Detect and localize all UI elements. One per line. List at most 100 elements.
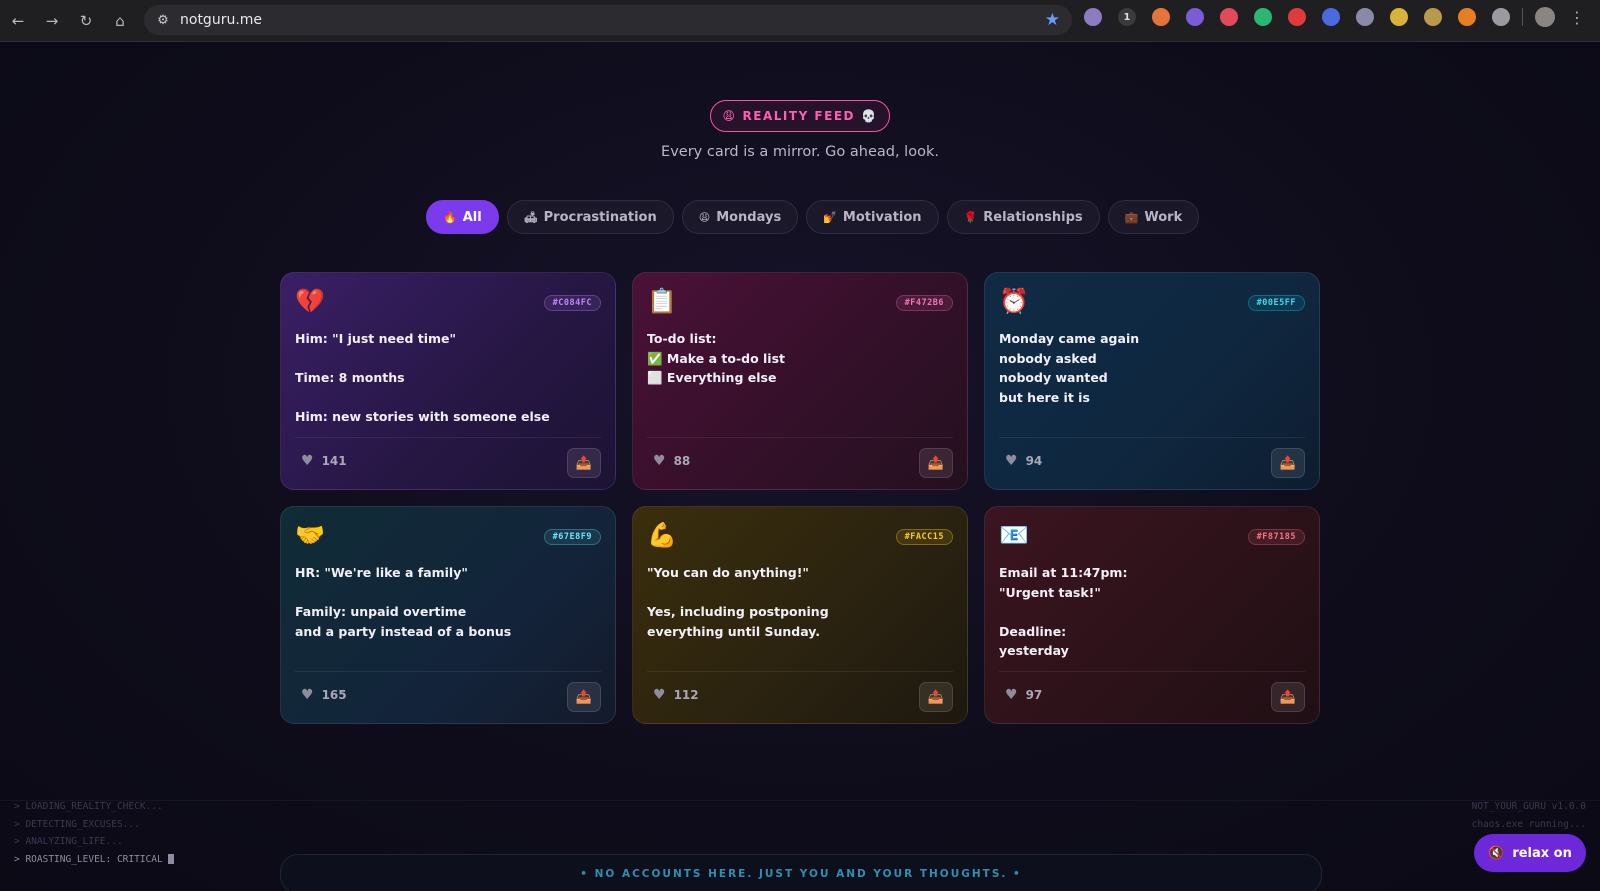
home-icon[interactable]: ⌂ <box>106 7 134 35</box>
filter-chip-procrastination[interactable]: 🛋 Procrastination <box>506 200 674 234</box>
filter-chip-relationships[interactable]: 🌹 Relationships <box>946 200 1100 234</box>
mute-speaker-icon: 🔇 <box>1488 845 1505 861</box>
card-color-tag: #C084FC <box>543 295 601 311</box>
card-divider <box>999 671 1305 672</box>
card-text: Him: "I just need time" Time: 8 months H… <box>295 331 550 424</box>
terminal-line: chaos.exe running... <box>1471 818 1586 830</box>
like-count: 97 <box>1025 688 1043 702</box>
red-ext-icon[interactable] <box>1220 8 1238 26</box>
pen-ext-icon[interactable] <box>1084 8 1102 26</box>
reality-card[interactable]: 💔 #C084FC Him: "I just need time" Time: 8 … <box>280 272 616 490</box>
card-emoji-icon: 📋 <box>647 287 677 315</box>
terminal-line-text: > DETECTING_EXCUSES... <box>14 818 140 830</box>
profile-avatar[interactable] <box>1535 7 1555 27</box>
card-divider <box>647 437 953 438</box>
reality-card[interactable]: 📧 #F87185 Email at 11:47pm: "Urgent task!"… <box>984 506 1320 724</box>
heart-icon: ♥ <box>301 453 314 469</box>
card-emoji-icon: 💪 <box>647 521 677 549</box>
like-button[interactable]: ♥ 141 <box>301 453 347 469</box>
skull-icon: 💀 <box>861 109 878 123</box>
share-button[interactable]: 📤 <box>919 682 953 712</box>
badge-label: REALITY FEED <box>742 109 855 123</box>
share-button[interactable]: 📤 <box>567 682 601 712</box>
browser-menu-icon[interactable]: ⋮ <box>1569 8 1585 27</box>
share-button[interactable]: 📤 <box>919 448 953 478</box>
reload-icon[interactable]: ↻ <box>72 7 100 35</box>
site-settings-icon[interactable]: ⚙ <box>148 13 178 28</box>
like-button[interactable]: ♥ 88 <box>653 453 690 469</box>
relax-label: relax on <box>1512 845 1572 861</box>
card-emoji-icon: 📧 <box>999 521 1029 549</box>
card-text: To-do list: ✅ Make a to-do list ⬜ Everyt… <box>647 331 786 385</box>
orange-ext-icon[interactable] <box>1152 8 1170 26</box>
filter-chip-work[interactable]: 💼 Work <box>1107 200 1200 234</box>
reality-card[interactable]: 🤝 #67E8F9 HR: "We're like a family" Family… <box>280 506 616 724</box>
like-button[interactable]: ♥ 165 <box>301 687 347 703</box>
filter-emoji-icon: 🛋 <box>523 210 538 224</box>
reality-card[interactable]: ⏰ #00E5FF Monday came again nobody asked n… <box>984 272 1320 490</box>
grammarly-ext-icon[interactable] <box>1254 8 1272 26</box>
terminal-cursor <box>168 854 175 864</box>
terminal-line: NOT_YOUR_GURU v1.0.0 <box>1471 801 1586 812</box>
terminal-line: > ROASTING_LEVEL: CRITICAL <box>14 851 175 869</box>
filter-label: Work <box>1144 209 1183 225</box>
heart-icon: ♥ <box>1005 453 1018 469</box>
card-text: Monday came again nobody asked nobody wa… <box>999 331 1140 405</box>
filter-chip-motivation[interactable]: 💅 Motivation <box>806 200 939 234</box>
sun-ext-icon[interactable] <box>1458 8 1476 26</box>
toolbar-separator <box>1522 8 1523 26</box>
like-button[interactable]: ♥ 112 <box>653 687 699 703</box>
one-ext-icon[interactable]: 1 <box>1118 8 1136 26</box>
card-divider <box>295 437 601 438</box>
terminal-line-text: > LOADING_REALITY_CHECK... <box>14 801 163 812</box>
filter-emoji-icon: 💼 <box>1124 210 1139 224</box>
terminal-line-text: > ANALYZING_LIFE... <box>14 836 123 847</box>
address-bar[interactable]: ⚙ notguru.me ★ <box>144 5 1072 35</box>
card-color-tag: #FACC15 <box>895 529 953 545</box>
footer-banner: • NO ACCOUNTS HERE. JUST YOU AND YOUR TH… <box>280 854 1322 891</box>
reality-card[interactable]: 📋 #F472B6 To-do list: ✅ Make a to-do list … <box>632 272 968 490</box>
chrome-ext-icon[interactable] <box>1424 8 1442 26</box>
tag-ext-icon[interactable] <box>1322 8 1340 26</box>
gear-ext-icon[interactable] <box>1186 8 1204 26</box>
relax-toggle-button[interactable]: 🔇 relax on <box>1474 834 1586 872</box>
card-color-tag: #F87185 <box>1247 529 1305 545</box>
like-count: 94 <box>1025 454 1043 468</box>
page-subtitle: Every card is a mirror. Go ahead, look. <box>661 144 939 160</box>
share-button[interactable]: 📤 <box>1271 682 1305 712</box>
footer-divider <box>0 800 1600 801</box>
bookmark-star-icon[interactable]: ★ <box>1045 10 1060 30</box>
share-button[interactable]: 📤 <box>567 448 601 478</box>
puzzle-ext-icon[interactable] <box>1492 8 1510 26</box>
filter-label: Mondays <box>716 209 782 225</box>
url-text: notguru.me <box>180 12 263 28</box>
back-icon[interactable]: ← <box>4 7 32 35</box>
filter-label: Procrastination <box>543 209 657 225</box>
category-filters: 🔥 All 🛋 Procrastination 😩 Mondays 💅 Motivation 🌹… <box>426 200 1200 234</box>
filter-chip-mondays[interactable]: 😩 Mondays <box>681 200 799 234</box>
forward-icon[interactable]: → <box>38 7 66 35</box>
s-ext-icon[interactable] <box>1288 8 1306 26</box>
filter-chip-all[interactable]: 🔥 All <box>426 200 499 234</box>
extensions-row: 1 ⋮ <box>1084 7 1585 27</box>
card-color-tag: #F472B6 <box>895 295 953 311</box>
filter-label: All <box>462 209 482 225</box>
puzzle-yellow-ext-icon[interactable] <box>1390 8 1408 26</box>
like-count: 88 <box>673 454 691 468</box>
card-divider <box>295 671 601 672</box>
terminal-line-text: > ROASTING_LEVEL: CRITICAL <box>14 853 163 865</box>
heart-icon: ♥ <box>1005 687 1018 703</box>
filter-label: Motivation <box>842 209 922 225</box>
filter-label: Relationships <box>983 209 1083 225</box>
screen-ext-icon[interactable] <box>1356 8 1374 26</box>
heart-icon: ♥ <box>653 687 666 703</box>
like-button[interactable]: ♥ 97 <box>1005 687 1042 703</box>
reality-card[interactable]: 💪 #FACC15 "You can do anything!" Yes, incl… <box>632 506 968 724</box>
like-count: 165 <box>321 688 347 702</box>
terminal-line: > DETECTING_EXCUSES... <box>14 816 174 834</box>
filter-emoji-icon: 🌹 <box>963 210 978 224</box>
share-button[interactable]: 📤 <box>1271 448 1305 478</box>
like-button[interactable]: ♥ 94 <box>1005 453 1042 469</box>
card-emoji-icon: 🤝 <box>295 521 325 549</box>
card-emoji-icon: ⏰ <box>999 287 1029 315</box>
